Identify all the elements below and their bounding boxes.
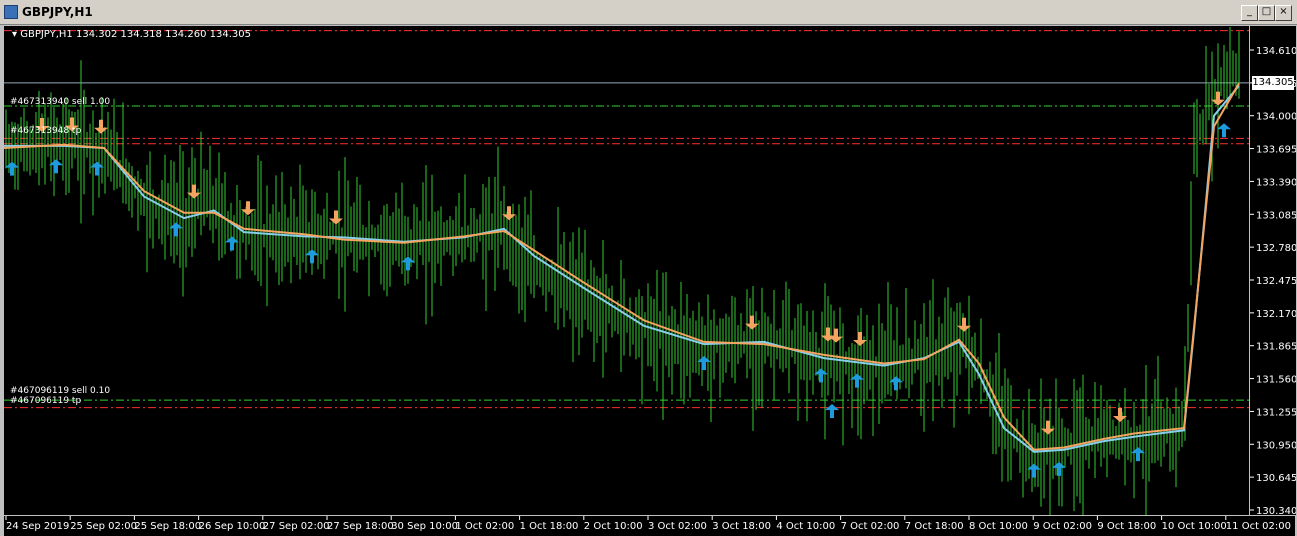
price-tick-label: 131.255 [1256,407,1296,418]
symbol-label: GBPJPY,H1 [20,29,73,40]
time-tick-label: 11 Oct 02:00 [1226,521,1291,532]
time-tick-label: 24 Sep 2019 [6,521,69,532]
price-chart-svg [4,27,1249,515]
price-tick-label: 132.170 [1256,309,1296,320]
time-tick-label: 7 Oct 02:00 [841,521,900,532]
price-tick-label: 130.340 [1256,506,1296,515]
time-tick-label: 27 Sep 18:00 [327,521,394,532]
order-label-sell-2[interactable]: #467096119 sell 0.10 [10,386,110,396]
arrow-up-icon [1052,461,1066,476]
price-scale[interactable]: 134.610 134.305 134.000 133.695 133.390 133.0… [1249,26,1296,515]
arrow-up-icon [401,256,415,271]
time-tick-label: 3 Oct 18:00 [712,521,771,532]
price-tick-label: 134.610 [1256,46,1296,57]
chart-window-icon [4,5,18,19]
price-tick-label: 133.390 [1256,177,1296,188]
time-tick-label: 3 Oct 02:00 [648,521,707,532]
high-value: 134.318 [120,29,162,40]
order-label-sell-1[interactable]: #467313940 sell 1.00 [10,97,110,107]
time-tick-label: 9 Oct 02:00 [1033,521,1092,532]
time-tick-label: 9 Oct 18:00 [1097,521,1156,532]
arrow-down-icon [329,210,343,225]
current-price-box: 134.305 [1252,76,1294,90]
close-value: 134.305 [209,29,251,40]
arrow-up-icon [5,161,19,176]
time-tick-label: 8 Oct 10:00 [969,521,1028,532]
price-tick-label: 133.085 [1256,210,1296,221]
price-tick-label: 131.560 [1256,375,1296,386]
arrow-up-icon [825,404,839,419]
chart-plot-area[interactable]: ▾ GBPJPY,H1 134.302 134.318 134.260 134.… [4,26,1249,515]
chart-window: GBPJPY,H1 _ □ × ▾ GBPJPY,H1 134.302 134.… [0,0,1297,536]
time-tick-label: 1 Oct 18:00 [520,521,579,532]
time-tick-label: 27 Sep 02:00 [263,521,330,532]
time-tick-label: 7 Oct 18:00 [905,521,964,532]
price-scale-svg: 134.610 134.305 134.000 133.695 133.390 133.0… [1250,46,1296,515]
window-title: GBPJPY,H1 [22,5,93,19]
time-tick-label: 25 Sep 02:00 [70,521,137,532]
title-bar[interactable]: GBPJPY,H1 _ □ × [0,0,1297,25]
restore-button[interactable]: □ [1258,5,1275,21]
time-tick-label: 26 Sep 10:00 [199,521,266,532]
time-tick-label: 30 Sep 10:00 [391,521,458,532]
minimize-button[interactable]: _ [1241,5,1258,21]
time-tick-label: 1 Oct 02:00 [455,521,514,532]
price-tick-label: 130.645 [1256,473,1296,484]
collapse-arrow-icon[interactable]: ▾ [12,29,17,40]
arrow-down-icon [853,332,867,347]
symbol-info: ▾ GBPJPY,H1 134.302 134.318 134.260 134.… [12,29,251,40]
price-tick-label: 130.950 [1256,440,1296,451]
arrow-up-icon [1217,123,1231,138]
time-scale[interactable]: 24 Sep 2019 25 Sep 02:00 25 Sep 18:00 26 Se… [4,515,1295,536]
low-value: 134.260 [165,29,207,40]
time-scale-svg: 24 Sep 2019 25 Sep 02:0025 Sep 18:0026 Se… [5,516,1291,532]
time-tick-label: 25 Sep 18:00 [134,521,201,532]
open-value: 134.302 [75,29,118,40]
time-tick-label: 10 Oct 10:00 [1162,521,1227,532]
price-tick-label: 134.000 [1256,112,1296,123]
time-tick-label: 2 Oct 10:00 [584,521,643,532]
arrow-up-icon [305,249,319,264]
order-label-tp-2[interactable]: #467096119 tp [10,396,81,406]
order-label-tp-1[interactable]: #467313948 tp [10,126,81,136]
price-tick-label: 132.780 [1256,243,1296,254]
price-tick-label: 131.865 [1256,342,1296,353]
time-tick-label: 4 Oct 10:00 [776,521,835,532]
price-tick-label: 133.695 [1256,145,1296,156]
close-button[interactable]: × [1275,5,1292,21]
price-tick-label: 132.475 [1256,276,1296,287]
arrow-down-icon [94,119,108,134]
